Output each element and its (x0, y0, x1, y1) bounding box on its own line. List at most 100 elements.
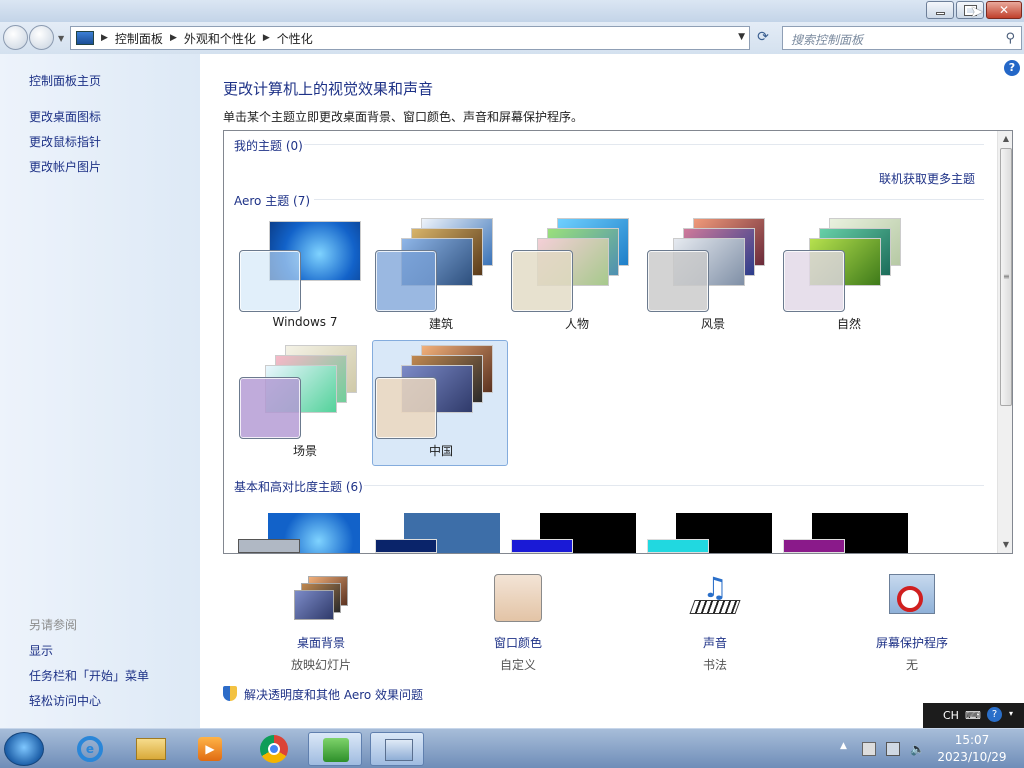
theme-scenes[interactable]: 场景 (236, 340, 372, 466)
help-icon[interactable]: ? (987, 707, 1002, 722)
link-change-mouse-pointers[interactable]: 更改鼠标指针 (29, 133, 101, 150)
aero-troubleshoot-link[interactable]: 解决透明度和其他 Aero 效果问题 (244, 686, 423, 703)
theme-color-swatch (647, 539, 709, 553)
control-panel-icon (76, 31, 94, 45)
vertical-scrollbar[interactable]: ▲ ≡ ▼ (997, 131, 1012, 553)
theme-color-swatch (238, 539, 300, 553)
download-manager-taskbar-button[interactable] (308, 732, 362, 766)
forward-button[interactable] (29, 25, 54, 50)
internet-explorer-icon: e (77, 736, 103, 762)
theme-label: 场景 (292, 444, 317, 458)
minimize-button[interactable] (926, 1, 954, 19)
theme-landscapes[interactable]: 风景 (644, 213, 780, 339)
clock-time[interactable]: 15:07 (932, 733, 1012, 747)
control-panel-icon (385, 739, 413, 761)
divider (304, 144, 984, 145)
show-hidden-icons-icon[interactable]: ▲ (840, 741, 847, 751)
screen-saver-link[interactable]: 屏幕保护程序 (837, 634, 987, 651)
breadcrumb-separator-icon[interactable]: ▶ (98, 33, 111, 43)
help-icon[interactable]: ? (1004, 60, 1020, 76)
link-control-panel-home[interactable]: 控制面板主页 (29, 72, 101, 89)
scrollbar-thumb[interactable]: ≡ (1000, 148, 1012, 406)
clock-date[interactable]: 2023/10/29 (932, 750, 1012, 764)
start-button[interactable] (4, 732, 44, 766)
close-icon: ✕ (998, 3, 1010, 17)
scroll-up-icon[interactable]: ▲ (998, 131, 1012, 147)
basic-themes-header: 基本和高对比度主题 (6) (234, 480, 363, 494)
divider (364, 485, 984, 486)
minimize-icon (936, 12, 945, 15)
theme-china-selected[interactable]: 中国 (372, 340, 508, 466)
see-also-heading: 另请参阅 (29, 618, 78, 632)
breadcrumb-control-panel[interactable]: 控制面板 (111, 30, 167, 47)
scroll-down-icon[interactable]: ▼ (998, 537, 1012, 553)
task-pane: 控制面板主页 更改桌面图标 更改鼠标指针 更改帐户图片 另请参阅 显示 任务栏和… (0, 54, 200, 728)
close-button[interactable]: ✕ (986, 1, 1022, 19)
desktop-background-value: 放映幻灯片 (290, 658, 351, 672)
options-icon[interactable]: ▾ (1009, 709, 1013, 718)
recent-pages-dropdown-icon[interactable]: ▼ (58, 34, 64, 43)
address-dropdown-icon[interactable]: ▼ (738, 32, 745, 42)
link-change-account-picture[interactable]: 更改帐户图片 (29, 158, 101, 175)
keyboard-icon[interactable]: ⌨ (965, 709, 981, 722)
search-input[interactable]: 搜索控制面板 ⚲ (782, 26, 1022, 50)
theme-label: 人物 (564, 317, 589, 331)
theme-color-swatch (783, 539, 845, 553)
theme-label: 建筑 (428, 317, 453, 331)
theme-label: 中国 (428, 444, 453, 458)
chrome-taskbar-button[interactable] (248, 732, 302, 766)
breadcrumb-separator-icon[interactable]: ▶ (167, 33, 180, 43)
piano-keys-icon (689, 600, 741, 614)
volume-muted-icon[interactable]: 🔈 (910, 742, 925, 756)
theme-color-swatch (375, 250, 437, 312)
download-icon (323, 738, 349, 762)
sounds-value: 书法 (702, 658, 727, 672)
link-change-desktop-icons[interactable]: 更改桌面图标 (29, 108, 101, 125)
theme-color-swatch (239, 250, 301, 312)
theme-label: 风景 (700, 317, 725, 331)
breadcrumb-personalization[interactable]: 个性化 (273, 30, 317, 47)
theme-label: Windows 7 (272, 315, 338, 329)
address-bar[interactable]: ▶ 控制面板 ▶ 外观和个性化 ▶ 个性化 ▼ (70, 26, 750, 50)
desktop-background-link[interactable]: 桌面背景 (246, 634, 396, 651)
desktop-background-icon (294, 576, 348, 622)
ie-taskbar-button[interactable]: e (63, 732, 117, 766)
breadcrumb-separator-icon[interactable]: ▶ (260, 33, 273, 43)
media-player-taskbar-button[interactable]: ▶ (183, 732, 237, 766)
theme-nature[interactable]: 自然 (780, 213, 916, 339)
theme-windows7[interactable]: Windows 7 (236, 213, 372, 339)
link-taskbar-start-menu[interactable]: 任务栏和「开始」菜单 (29, 667, 149, 684)
network-icon[interactable] (886, 742, 900, 756)
control-panel-taskbar-button[interactable] (370, 732, 424, 766)
get-more-themes-link[interactable]: 联机获取更多主题 (879, 170, 975, 187)
mouse-cursor-icon: ➤ (970, 2, 984, 21)
language-indicator[interactable]: CH (943, 709, 959, 722)
page-description: 单击某个主题立即更改桌面背景、窗口颜色、声音和屏幕保护程序。 (223, 110, 584, 124)
taskbar: e ▶ ▲ 🔈 15:07 2023/10/29 (0, 728, 1024, 768)
theme-architecture[interactable]: 建筑 (372, 213, 508, 339)
theme-color-swatch (239, 377, 301, 439)
theme-color-swatch (511, 250, 573, 312)
back-button[interactable] (3, 25, 28, 50)
window-titlebar: ✕ ➤ (0, 0, 1024, 22)
window-color-value: 自定义 (499, 658, 536, 672)
link-display[interactable]: 显示 (29, 642, 53, 659)
window-color-link[interactable]: 窗口颜色 (443, 634, 593, 651)
theme-color-swatch (375, 377, 437, 439)
theme-characters[interactable]: 人物 (508, 213, 644, 339)
theme-label: 自然 (836, 317, 861, 331)
refresh-button[interactable]: ⟳ (752, 27, 774, 49)
search-icon[interactable]: ⚲ (1005, 31, 1015, 46)
action-center-icon[interactable] (862, 742, 876, 756)
link-ease-of-access[interactable]: 轻松访问中心 (29, 692, 101, 709)
breadcrumb-appearance[interactable]: 外观和个性化 (180, 30, 260, 47)
uac-shield-icon (223, 686, 237, 701)
explorer-taskbar-button[interactable] (123, 732, 177, 766)
page-title: 更改计算机上的视觉效果和声音 (223, 80, 434, 98)
sounds-link[interactable]: 声音 (640, 634, 790, 651)
theme-color-swatch (783, 250, 845, 312)
language-bar[interactable]: CH ⌨ ? ▾ (923, 703, 1024, 728)
theme-color-swatch (375, 539, 437, 553)
media-player-icon: ▶ (198, 737, 222, 761)
divider (314, 199, 984, 200)
